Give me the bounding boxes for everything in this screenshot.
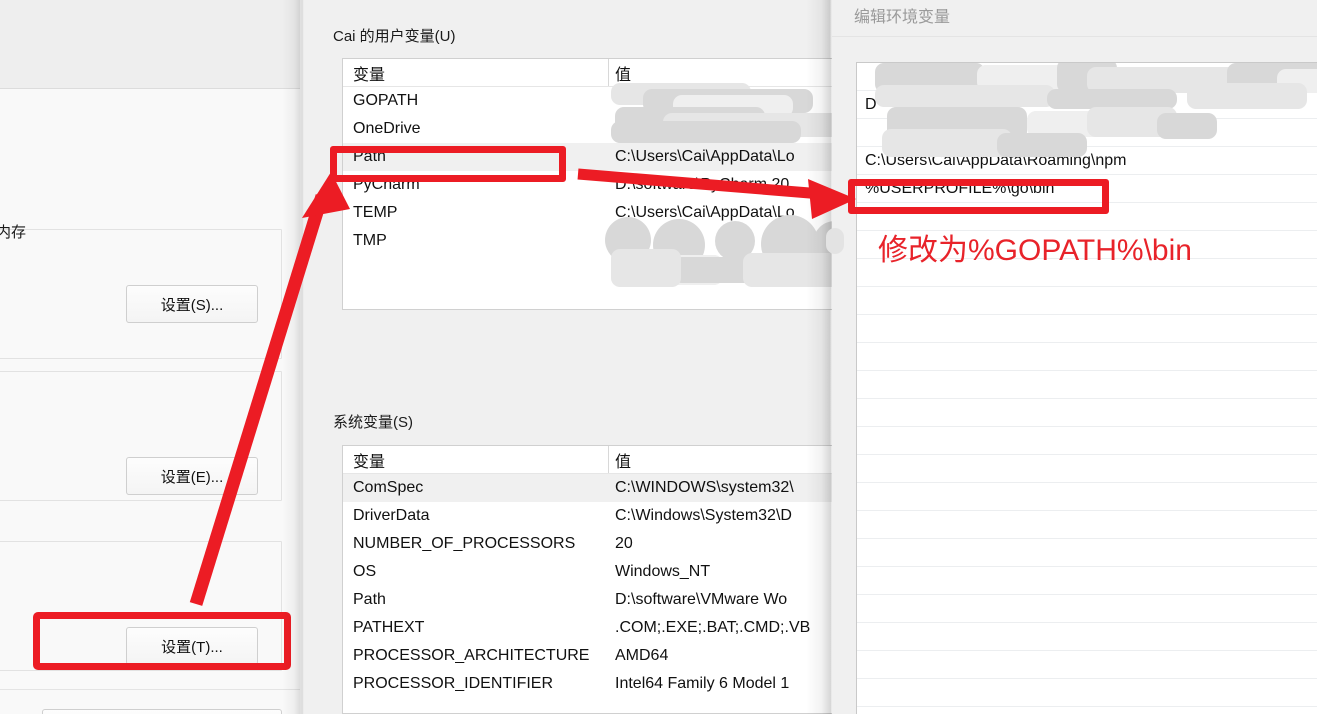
path-entry-row[interactable]	[857, 595, 1317, 623]
column-header-variable: 变量	[353, 448, 385, 472]
path-entry-row[interactable]: C:\Users\Cai\AppData\Roaming\npm	[857, 147, 1317, 175]
variable-value-cell: C:\Users\Cai\AppData\Lo	[615, 148, 795, 166]
variable-value-cell: C:\Windows\System32\D	[615, 507, 792, 525]
table-row[interactable]: TEMP C:\Users\Cai\AppData\Lo	[343, 199, 862, 227]
settings-s-button[interactable]: 设置(S)...	[126, 285, 258, 323]
variable-name-cell: PATHEXT	[353, 619, 424, 637]
variable-value-cell: AMD64	[615, 647, 668, 665]
path-entry-row[interactable]	[857, 63, 1317, 91]
path-entry-row[interactable]	[857, 371, 1317, 399]
variable-name-cell: TEMP	[353, 204, 397, 222]
table-row[interactable]: Path C:\Users\Cai\AppData\Lo	[343, 143, 862, 171]
variable-name-cell: GOPATH	[353, 92, 418, 110]
table-row[interactable]: TMP	[343, 227, 862, 255]
variable-name-cell: DriverData	[353, 507, 429, 525]
edit-environment-variable-dialog: 编辑环境变量 D C:\Users\Cai\AppData\Roaming\npm…	[832, 0, 1317, 714]
path-entry-text: %USERPROFILE%\go\bin	[857, 180, 1054, 198]
path-entry-row[interactable]: %USERPROFILE%\go\bin	[857, 175, 1317, 203]
left-dialog-titlebar	[0, 0, 300, 89]
system-properties-dialog: 内存 设置(S)... 设置(E)... 设置(T)... 环境变量(N)...	[0, 0, 300, 714]
path-entry-row[interactable]	[857, 455, 1317, 483]
table-row[interactable]: OneDrive	[343, 115, 862, 143]
column-header-value: 值	[615, 61, 631, 85]
user-variables-group-label: Cai 的用户变量(U)	[333, 25, 456, 46]
variable-name-cell: PyCharm	[353, 176, 420, 194]
table-row[interactable]: NUMBER_OF_PROCESSORS 20	[343, 530, 862, 558]
variable-value-cell: D:\software\VMware Wo	[615, 591, 787, 609]
variable-name-cell: Path	[353, 148, 386, 166]
path-entry-row[interactable]	[857, 343, 1317, 371]
environment-variables-dialog: Cai 的用户变量(U) 变量值GOPATHOneDrivePathC:\Use…	[304, 0, 830, 714]
settings-t-button[interactable]: 设置(T)...	[126, 627, 258, 665]
path-entry-row[interactable]	[857, 119, 1317, 147]
path-entry-row[interactable]: D	[857, 91, 1317, 119]
variable-value-cell: C:\Users\Cai\AppData\Lo	[615, 204, 795, 222]
path-entry-text: D	[857, 96, 877, 114]
variable-value-cell: .COM;.EXE;.BAT;.CMD;.VB	[615, 619, 810, 637]
table-row[interactable]: PATHEXT .COM;.EXE;.BAT;.CMD;.VB	[343, 614, 862, 642]
column-separator	[608, 59, 609, 87]
system-variables-group-label: 系统变量(S)	[333, 411, 413, 432]
system-variables-listbox[interactable]: 变量 值 ComSpec C:\WINDOWS\system32\ DriverData…	[342, 445, 862, 714]
path-entry-row[interactable]	[857, 679, 1317, 707]
variable-value-cell: D:\software\PyCharm 20	[615, 176, 789, 194]
path-entry-row[interactable]	[857, 315, 1317, 343]
path-entries-listbox[interactable]: D C:\Users\Cai\AppData\Roaming\npm %USERPR…	[856, 62, 1317, 714]
variable-name-cell: TMP	[353, 232, 387, 250]
edit-dialog-separator	[832, 36, 1317, 37]
table-row[interactable]: OS Windows_NT	[343, 558, 862, 586]
table-row[interactable]: PROCESSOR_IDENTIFIER Intel64 Family 6 Mod…	[343, 670, 862, 698]
left-divider	[0, 689, 300, 690]
table-row[interactable]: PyCharm D:\software\PyCharm 20	[343, 171, 862, 199]
variable-value-cell: 20	[615, 535, 633, 553]
variable-value-cell: C:\WINDOWS\system32\	[615, 479, 794, 497]
variable-name-cell: ComSpec	[353, 479, 423, 497]
column-header-value: 值	[615, 448, 631, 472]
path-entry-row[interactable]	[857, 651, 1317, 679]
screenshot-root: 内存 设置(S)... 设置(E)... 设置(T)... 环境变量(N)...…	[0, 0, 1317, 714]
variable-name-cell: Path	[353, 591, 386, 609]
table-header-row: 变量 值	[343, 446, 862, 474]
path-entry-row[interactable]	[857, 623, 1317, 651]
column-separator	[608, 446, 609, 474]
column-header-variable: 变量	[353, 61, 385, 85]
path-entry-row[interactable]	[857, 539, 1317, 567]
table-header-row: 变量 值	[343, 59, 862, 87]
left-dialog-body: 内存 设置(S)... 设置(E)... 设置(T)... 环境变量(N)...	[0, 89, 300, 714]
user-variables-listbox[interactable]: 变量 值 GOPATH OneDrive Path C:\Users\Cai\AppDat…	[342, 58, 862, 310]
path-entry-row[interactable]	[857, 511, 1317, 539]
memory-label: 内存	[0, 221, 26, 242]
path-entry-text: C:\Users\Cai\AppData\Roaming\npm	[857, 152, 1126, 170]
variable-name-cell: NUMBER_OF_PROCESSORS	[353, 535, 575, 553]
edit-dialog-title: 编辑环境变量	[854, 3, 950, 27]
table-row[interactable]: ComSpec C:\WINDOWS\system32\	[343, 474, 862, 502]
variable-value-cell: Windows_NT	[615, 563, 710, 581]
path-entry-row[interactable]	[857, 427, 1317, 455]
table-row[interactable]: GOPATH	[343, 87, 862, 115]
table-row[interactable]: DriverData C:\Windows\System32\D	[343, 502, 862, 530]
table-row[interactable]: Path D:\software\VMware Wo	[343, 586, 862, 614]
path-entry-row[interactable]	[857, 483, 1317, 511]
annotation-note-text: 修改为%GOPATH%\bin	[878, 225, 1192, 269]
path-entry-row[interactable]	[857, 399, 1317, 427]
redaction-blob	[613, 255, 723, 285]
path-entry-row[interactable]	[857, 567, 1317, 595]
variable-name-cell: OneDrive	[353, 120, 421, 138]
variable-name-cell: PROCESSOR_IDENTIFIER	[353, 675, 553, 693]
table-row[interactable]: PROCESSOR_ARCHITECTURE AMD64	[343, 642, 862, 670]
settings-e-button[interactable]: 设置(E)...	[126, 457, 258, 495]
variable-name-cell: OS	[353, 563, 376, 581]
redaction-blob	[673, 257, 823, 283]
variable-name-cell: PROCESSOR_ARCHITECTURE	[353, 647, 589, 665]
environment-variables-button[interactable]: 环境变量(N)...	[42, 709, 282, 714]
variable-value-cell: Intel64 Family 6 Model 1	[615, 675, 789, 693]
path-entry-row[interactable]	[857, 287, 1317, 315]
scroll-thumb-partial[interactable]	[826, 228, 844, 254]
